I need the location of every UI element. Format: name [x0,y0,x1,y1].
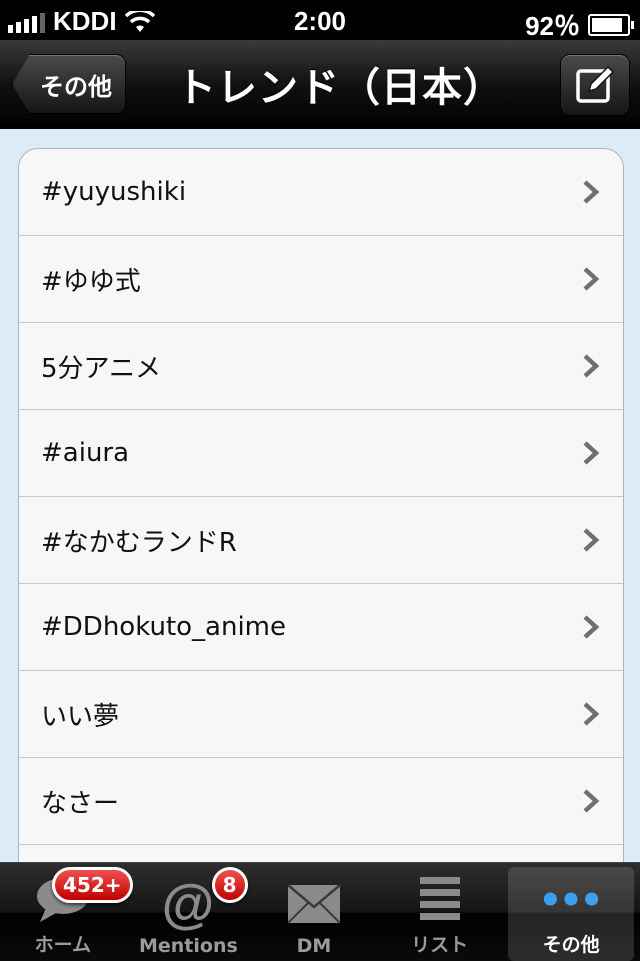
list-item[interactable]: #DDhokuto_anime [19,584,623,671]
chevron-right-icon [583,615,600,639]
list-item[interactable]: 5分アニメ [19,323,623,410]
tab-bar: ホーム 452+ @ Mentions 8 DM リスト その他 [0,862,640,961]
list-item[interactable]: #yuyushiki [19,149,623,236]
tab-dm[interactable]: DM [251,863,377,961]
trend-label: #yuyushiki [41,177,187,207]
compose-button[interactable] [560,54,630,116]
list-item[interactable]: #aiura [19,410,623,497]
trend-label: #なかむランドR [41,527,237,558]
compose-icon [576,65,615,103]
more-dots-icon [543,892,599,906]
tab-label: その他 [542,934,600,956]
trends-list: #yuyushiki #ゆゆ式 5分アニメ #aiura #なかむランドR #D… [18,148,624,890]
tab-label: DM [296,935,332,957]
chevron-right-icon [583,528,600,552]
unread-badge: 452+ [52,867,133,903]
page-title: トレンド（日本） [176,65,504,111]
tab-label: リスト [411,934,469,956]
trend-label: #aiura [41,438,130,468]
chevron-right-icon [583,789,600,813]
tab-label: ホーム [34,934,92,956]
chevron-right-icon [583,180,600,204]
chevron-right-icon [583,702,600,726]
navigation-bar: その他 トレンド（日本） [0,40,640,129]
unread-badge: 8 [211,867,248,903]
list-icon [419,877,460,920]
status-bar: KDDI 2:00 92％ [0,0,640,41]
list-item[interactable]: #なかむランドR [19,497,623,584]
trend-label: #DDhokuto_anime [41,612,287,642]
tab-more[interactable]: その他 [508,867,634,961]
battery-icon [588,13,634,36]
envelope-icon [287,884,341,924]
trend-label: いい夢 [41,701,120,732]
list-item[interactable]: いい夢 [19,671,623,758]
list-item[interactable]: #ゆゆ式 [19,236,623,323]
at-sign-icon: @ [162,876,215,932]
battery-percent: 92％ [525,11,580,41]
svg-text:@: @ [162,876,215,932]
tab-label: Mentions [138,935,238,957]
back-button[interactable]: その他 [12,54,126,114]
trend-label: なさー [41,788,120,819]
trend-label: #ゆゆ式 [41,266,141,297]
tab-home[interactable]: ホーム 452+ [0,863,133,961]
tab-lists[interactable]: リスト [377,863,503,961]
chevron-right-icon [583,441,600,465]
tab-mentions[interactable]: @ Mentions 8 [126,863,252,961]
chevron-right-icon [583,354,600,378]
list-item[interactable]: なさー [19,758,623,845]
chevron-right-icon [583,267,600,291]
trend-label: 5分アニメ [41,353,162,384]
